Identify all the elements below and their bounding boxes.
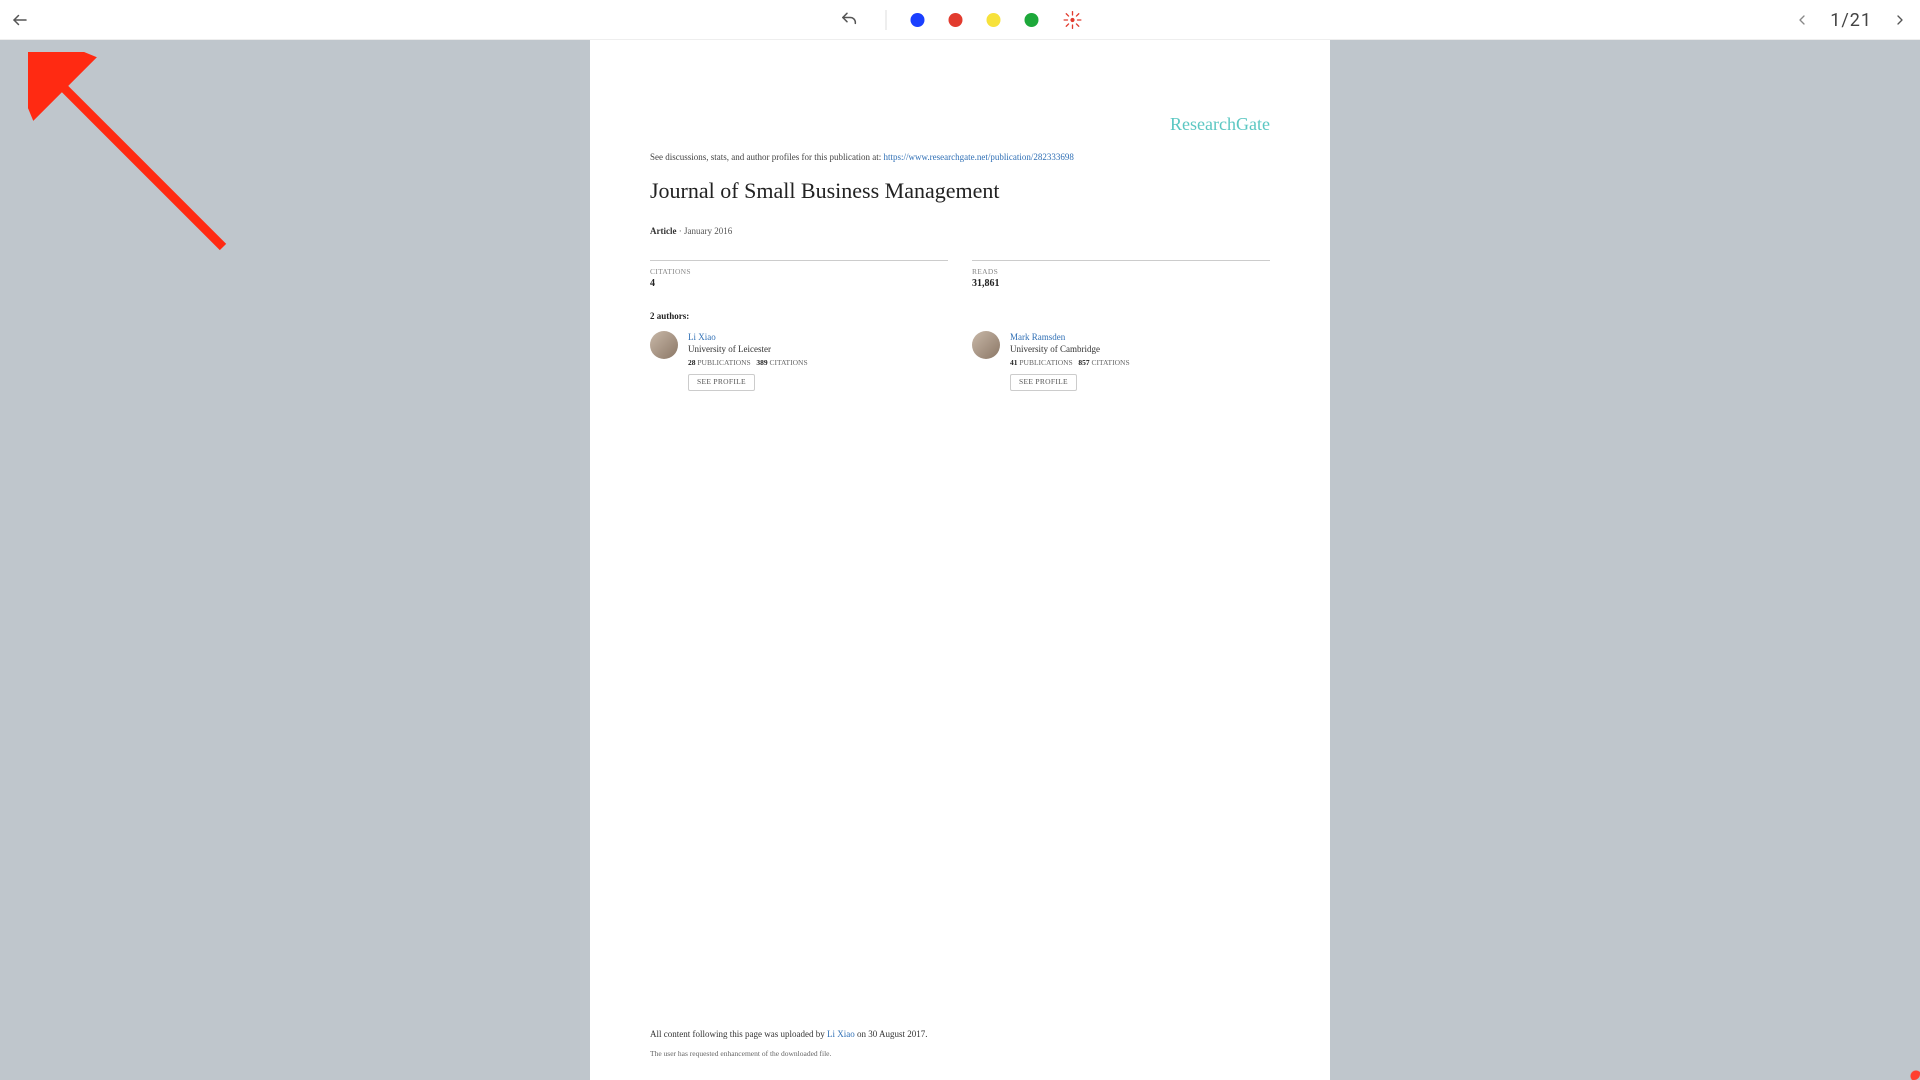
reads-label: READS <box>972 267 1270 276</box>
author-affiliation: University of Leicester <box>688 343 808 355</box>
reads-value: 31,861 <box>972 278 1270 289</box>
citations-value: 4 <box>650 278 948 289</box>
footer-note: The user has requested enhancement of th… <box>650 1049 1270 1058</box>
document-page: ResearchGate See discussions, stats, and… <box>590 40 1330 1080</box>
author-stats: 28 PUBLICATIONS 389 CITATIONS <box>688 358 808 368</box>
citations-label: CITATIONS <box>650 267 948 276</box>
author-block: Li Xiao University of Leicester 28 PUBLI… <box>650 331 948 391</box>
publication-meta-line: See discussions, stats, and author profi… <box>650 152 1270 162</box>
citations-block: CITATIONS 4 <box>650 260 948 289</box>
page-viewport[interactable]: ResearchGate See discussions, stats, and… <box>0 40 1920 1080</box>
reads-block: READS 31,861 <box>972 260 1270 289</box>
doc-date: January 2016 <box>684 226 732 236</box>
author-name[interactable]: Li Xiao <box>688 331 808 343</box>
author-block: Mark Ramsden University of Cambridge 41 … <box>972 331 1270 391</box>
publication-link[interactable]: https://www.researchgate.net/publication… <box>883 152 1073 162</box>
author-affiliation: University of Cambridge <box>1010 343 1130 355</box>
laser-pointer-icon[interactable] <box>1063 10 1083 30</box>
authors-count: 2 authors: <box>650 311 1270 321</box>
author-stats: 41 PUBLICATIONS 857 CITATIONS <box>1010 358 1130 368</box>
author-name[interactable]: Mark Ramsden <box>1010 331 1130 343</box>
color-yellow[interactable] <box>987 13 1001 27</box>
color-blue[interactable] <box>911 13 925 27</box>
footer-uploader-link[interactable]: Li Xiao <box>827 1029 855 1039</box>
meta-prefix: See discussions, stats, and author profi… <box>650 152 883 162</box>
document-title: Journal of Small Business Management <box>650 178 1270 204</box>
see-profile-button[interactable]: SEE PROFILE <box>688 374 755 390</box>
avatar <box>650 331 678 359</box>
document-subinfo: Article · January 2016 <box>650 226 1270 236</box>
undo-icon[interactable] <box>838 8 862 32</box>
footer-upload-line: All content following this page was uplo… <box>650 1029 1270 1039</box>
see-profile-button[interactable]: SEE PROFILE <box>1010 374 1077 390</box>
back-arrow-icon[interactable] <box>8 8 32 32</box>
researchgate-logo: ResearchGate <box>1170 114 1270 135</box>
page-counter: 1/21 <box>1830 10 1872 31</box>
color-green[interactable] <box>1025 13 1039 27</box>
doc-type: Article <box>650 226 676 236</box>
avatar <box>972 331 1000 359</box>
toolbar: 1/21 <box>0 0 1920 40</box>
next-page-icon[interactable] <box>1888 8 1912 32</box>
color-red[interactable] <box>949 13 963 27</box>
toolbar-divider <box>886 10 887 30</box>
prev-page-icon[interactable] <box>1790 8 1814 32</box>
